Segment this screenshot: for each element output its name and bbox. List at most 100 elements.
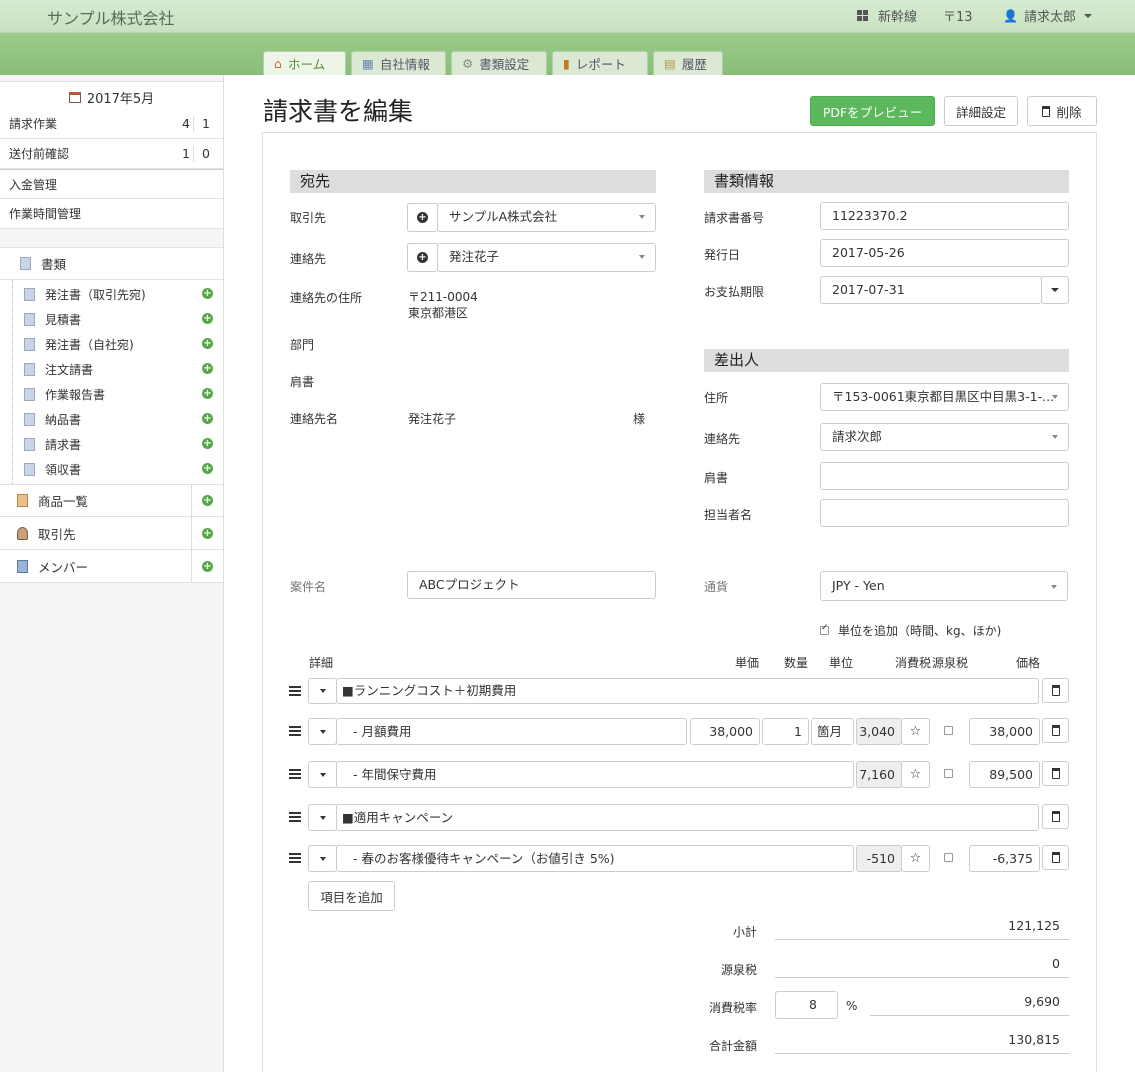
tab-report[interactable]: ▮ レポート — [552, 51, 648, 75]
delete-label: 削除 — [1056, 104, 1082, 120]
company-name[interactable]: サンプル株式会社 — [47, 5, 175, 29]
document-icon — [24, 437, 35, 451]
tab-home[interactable]: ⌂ ホーム — [263, 51, 346, 75]
due-date-dropdown[interactable] — [1041, 276, 1069, 304]
docs-header-label: 書類 — [41, 257, 67, 272]
line-menu-button[interactable] — [308, 845, 337, 872]
add-icon[interactable]: + — [202, 363, 213, 374]
sidebar-doc-po-self[interactable]: 発注書（自社宛) + — [0, 332, 223, 356]
tab-history[interactable]: ▤ 履歴 — [653, 51, 723, 75]
drag-handle-icon[interactable] — [289, 812, 301, 822]
qty-input[interactable]: 1 — [762, 718, 809, 745]
count-b[interactable]: 1 — [202, 116, 210, 131]
add-icon[interactable]: + — [202, 561, 213, 572]
sender-contact-select[interactable]: 請求次郎 — [820, 423, 1069, 451]
add-unit-checkbox[interactable]: ✓ — [820, 623, 829, 635]
tax-value: 3,040 — [856, 718, 902, 745]
tab-doc-settings[interactable]: ⚙ 書類設定 — [451, 51, 547, 75]
tab-company[interactable]: ▦ 自社情報 — [351, 51, 446, 75]
sidebar-item-billing-work[interactable]: 請求作業 4 1 — [0, 109, 223, 139]
nav-shinkansen[interactable]: 新幹線 — [857, 6, 917, 25]
tax-toggle-button[interactable]: ☆ — [901, 761, 930, 788]
sidebar-docs-header[interactable]: 書類 — [0, 247, 223, 280]
currency-select[interactable]: JPY - Yen — [820, 571, 1068, 601]
sidebar-doc-po-client[interactable]: 発注書（取引先宛) + — [0, 282, 223, 306]
line-menu-button[interactable] — [308, 804, 337, 831]
sidebar-item-clients[interactable]: 取引先 + — [0, 517, 223, 550]
sidebar-item-pre-send[interactable]: 送付前確認 1 0 — [0, 139, 223, 169]
add-icon[interactable]: + — [202, 438, 213, 449]
add-client-button[interactable]: + — [407, 203, 438, 232]
drag-handle-icon[interactable] — [289, 686, 301, 696]
sidebar-doc-delivery[interactable]: 納品書 + — [0, 407, 223, 431]
line-desc-input[interactable]: ■ランニングコスト＋初期費用 — [336, 678, 1039, 704]
project-input[interactable]: ABCプロジェクト — [407, 571, 656, 599]
count-a[interactable]: 1 — [182, 146, 190, 161]
add-icon[interactable]: + — [202, 528, 213, 539]
delete-line-button[interactable] — [1042, 761, 1069, 786]
unit-input[interactable]: 箇月 — [811, 718, 854, 745]
nav-postal[interactable]: 〒13 — [943, 6, 973, 25]
sidebar-doc-work-report[interactable]: 作業報告書 + — [0, 382, 223, 406]
postal-code: 〒211-0004 — [408, 290, 478, 304]
add-item-button[interactable]: 項目を追加 — [308, 881, 395, 911]
price-input[interactable]: 89,500 — [969, 761, 1040, 788]
client-select[interactable]: サンプルA株式会社 — [437, 203, 656, 232]
person-input[interactable] — [820, 499, 1069, 527]
line-desc-input[interactable]: - 春のお客様優待キャンペーン（お値引き 5%) — [336, 845, 854, 872]
sidebar-doc-invoice[interactable]: 請求書 + — [0, 432, 223, 456]
drag-handle-icon[interactable] — [289, 769, 301, 779]
line-desc-input[interactable]: - 月額費用 — [336, 718, 687, 745]
line-menu-button[interactable] — [308, 718, 337, 745]
unit-price-input[interactable]: 38,000 — [690, 718, 760, 745]
sidebar-item-members[interactable]: メンバー + — [0, 550, 223, 583]
sidebar-item-products[interactable]: 商品一覧 + — [0, 485, 223, 517]
delete-line-button[interactable] — [1042, 718, 1069, 743]
count-b[interactable]: 0 — [202, 146, 210, 161]
sidebar-doc-receipt[interactable]: 領収書 + — [0, 457, 223, 481]
sidebar-item-worktime[interactable]: 作業時間管理 — [0, 199, 223, 229]
line-desc-input[interactable]: ■適用キャンペーン — [336, 804, 1039, 831]
add-icon[interactable]: + — [202, 413, 213, 424]
detail-settings-button[interactable]: 詳細設定 — [944, 96, 1018, 126]
sender-address-select[interactable]: 〒153-0061東京都目黒区中目黒3-1-... — [820, 383, 1069, 411]
taxrate-input[interactable]: 8 — [775, 991, 838, 1019]
delete-button[interactable]: 削除 — [1027, 96, 1097, 126]
add-icon[interactable]: + — [202, 288, 213, 299]
withholding-checkbox[interactable] — [944, 853, 953, 862]
add-icon[interactable]: + — [202, 463, 213, 474]
contact-select[interactable]: 発注花子 — [437, 243, 656, 272]
delete-line-button[interactable] — [1042, 678, 1069, 703]
count-a[interactable]: 4 — [182, 116, 190, 131]
tax-toggle-button[interactable]: ☆ — [901, 718, 930, 745]
price-input[interactable]: -6,375 — [969, 845, 1040, 872]
delete-line-button[interactable] — [1042, 845, 1069, 870]
line-desc-input[interactable]: - 年間保守費用 — [336, 761, 854, 788]
due-date-input[interactable]: 2017-07-31 — [820, 276, 1042, 304]
add-icon[interactable]: + — [202, 388, 213, 399]
pdf-preview-button[interactable]: PDFをプレビュー — [810, 96, 935, 126]
price-input[interactable]: 38,000 — [969, 718, 1040, 745]
add-icon[interactable]: + — [202, 313, 213, 324]
sidebar-item-payments[interactable]: 入金管理 — [0, 169, 223, 199]
issue-date-input[interactable]: 2017-05-26 — [820, 239, 1069, 267]
drag-handle-icon[interactable] — [289, 853, 301, 863]
invoice-number-label: 請求書番号 — [704, 211, 765, 225]
line-menu-button[interactable] — [308, 761, 337, 788]
withholding-checkbox[interactable] — [944, 726, 953, 735]
tab-home-label: ホーム — [287, 57, 326, 72]
sidebar-doc-order-ack[interactable]: 注文請書 + — [0, 357, 223, 381]
drag-handle-icon[interactable] — [289, 726, 301, 736]
add-icon[interactable]: + — [202, 338, 213, 349]
sender-title-input[interactable] — [820, 462, 1069, 490]
client-value: サンプルA株式会社 — [449, 209, 558, 224]
invoice-number-input[interactable]: 11223370.2 — [820, 202, 1069, 230]
tax-toggle-button[interactable]: ☆ — [901, 845, 930, 872]
withholding-checkbox[interactable] — [944, 769, 953, 778]
nav-user-menu[interactable]: 👤 請求太郎 — [1003, 6, 1092, 25]
sidebar-doc-estimate[interactable]: 見積書 + — [0, 307, 223, 331]
add-contact-button[interactable]: + — [407, 243, 438, 272]
add-icon[interactable]: + — [202, 495, 213, 506]
delete-line-button[interactable] — [1042, 804, 1069, 829]
line-menu-button[interactable] — [308, 678, 337, 704]
